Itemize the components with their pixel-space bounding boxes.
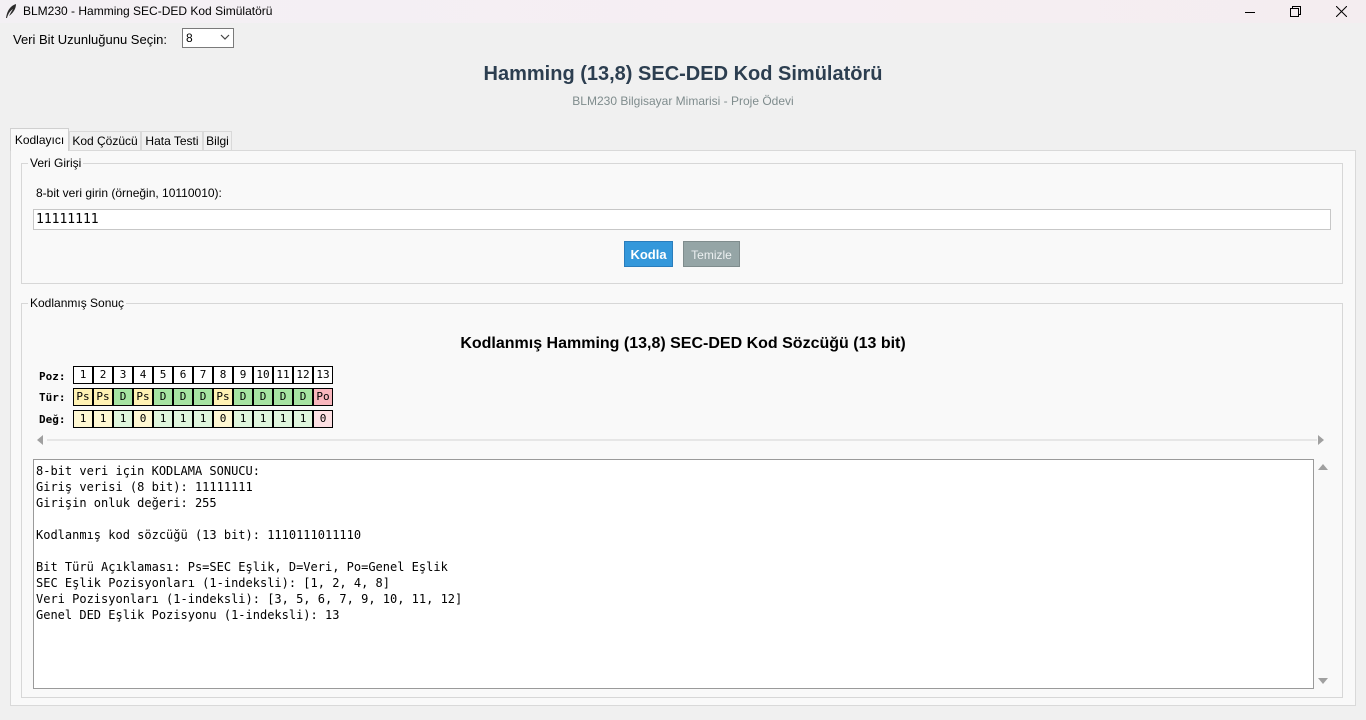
type-cell: Ps: [133, 388, 153, 406]
page-subtitle: BLM230 Bilgisayar Mimarisi - Proje Ödevi: [572, 94, 794, 108]
position-cell: 8: [213, 366, 233, 384]
scroll-track: [47, 439, 1317, 441]
result-frame-title: Kodlanmış Sonuç: [28, 296, 127, 310]
value-cell: 0: [313, 410, 333, 428]
data-input-label: 8-bit veri girin (örneğin, 10110010):: [36, 186, 222, 200]
position-cell: 6: [173, 366, 193, 384]
tab-info[interactable]: Bilgi: [203, 131, 232, 150]
minimize-icon: [1245, 11, 1255, 13]
type-cell: D: [113, 388, 133, 406]
position-cell: 13: [313, 366, 333, 384]
value-cell: 1: [113, 410, 133, 428]
type-cell: D: [253, 388, 273, 406]
position-cell: 10: [253, 366, 273, 384]
type-cell: D: [273, 388, 293, 406]
value-cell: 0: [213, 410, 233, 428]
maximize-button[interactable]: [1272, 0, 1318, 23]
minimize-button[interactable]: [1227, 0, 1273, 23]
tab-encoder[interactable]: Kodlayıcı: [10, 128, 69, 151]
type-row-label: Tür:: [39, 391, 66, 404]
value-cell: 1: [153, 410, 173, 428]
value-cell: 0: [133, 410, 153, 428]
tab-decoder[interactable]: Kod Çözücü: [69, 131, 141, 150]
data-entry-frame-title: Veri Girişi: [28, 156, 84, 170]
type-cell: D: [193, 388, 213, 406]
feather-icon: [6, 4, 16, 18]
position-cell: 9: [233, 366, 253, 384]
codeword-title: Kodlanmış Hamming (13,8) SEC-DED Kod Söz…: [460, 335, 906, 352]
tab-error-test[interactable]: Hata Testi: [141, 131, 203, 150]
type-cell: D: [153, 388, 173, 406]
page-title: Hamming (13,8) SEC-DED Kod Simülatörü: [483, 63, 883, 85]
scroll-right-icon[interactable]: [1317, 435, 1325, 445]
scroll-left-icon[interactable]: [36, 435, 44, 445]
position-cell: 7: [193, 366, 213, 384]
output-textarea[interactable]: 8-bit veri için KODLAMA SONUCU: Giriş ve…: [33, 459, 1314, 689]
data-input[interactable]: 11111111: [33, 209, 1331, 230]
scroll-down-icon[interactable]: [1318, 677, 1328, 685]
value-cell: 1: [193, 410, 213, 428]
type-cell: D: [293, 388, 313, 406]
value-cell: 1: [73, 410, 93, 428]
vertical-scrollbar[interactable]: [1315, 459, 1331, 689]
value-cell: 1: [273, 410, 293, 428]
encode-button[interactable]: Kodla: [624, 241, 673, 267]
close-button[interactable]: [1318, 0, 1364, 23]
window-title: BLM230 - Hamming SEC-DED Kod Simülatörü: [23, 4, 273, 18]
position-cell: 5: [153, 366, 173, 384]
type-cell: D: [233, 388, 253, 406]
close-icon: [1335, 6, 1347, 17]
value-cell: 1: [93, 410, 113, 428]
maximize-icon: [1289, 6, 1301, 17]
position-cell: 4: [133, 366, 153, 384]
clear-button[interactable]: Temizle: [683, 241, 740, 267]
bit-length-label: Veri Bit Uzunluğunu Seçin:: [13, 32, 167, 47]
bit-length-select[interactable]: 8: [182, 28, 234, 48]
value-cell: 1: [233, 410, 253, 428]
value-row-label: Değ:: [39, 413, 66, 426]
value-cell: 1: [173, 410, 193, 428]
position-cell: 12: [293, 366, 313, 384]
type-cell: Ps: [93, 388, 113, 406]
type-cell: D: [173, 388, 193, 406]
position-cell: 3: [113, 366, 133, 384]
position-cell: 2: [93, 366, 113, 384]
value-cell: 1: [293, 410, 313, 428]
type-cell: Ps: [213, 388, 233, 406]
horizontal-scrollbar[interactable]: [33, 433, 1331, 447]
title-bar: BLM230 - Hamming SEC-DED Kod Simülatörü: [0, 0, 1366, 23]
value-cell: 1: [253, 410, 273, 428]
chevron-down-icon: [220, 34, 230, 40]
position-cell: 11: [273, 366, 293, 384]
type-cell: Po: [313, 388, 333, 406]
position-cell: 1: [73, 366, 93, 384]
position-row-label: Poz:: [39, 370, 66, 383]
scroll-up-icon[interactable]: [1318, 463, 1328, 471]
bit-length-value: 8: [186, 31, 193, 45]
type-cell: Ps: [73, 388, 93, 406]
